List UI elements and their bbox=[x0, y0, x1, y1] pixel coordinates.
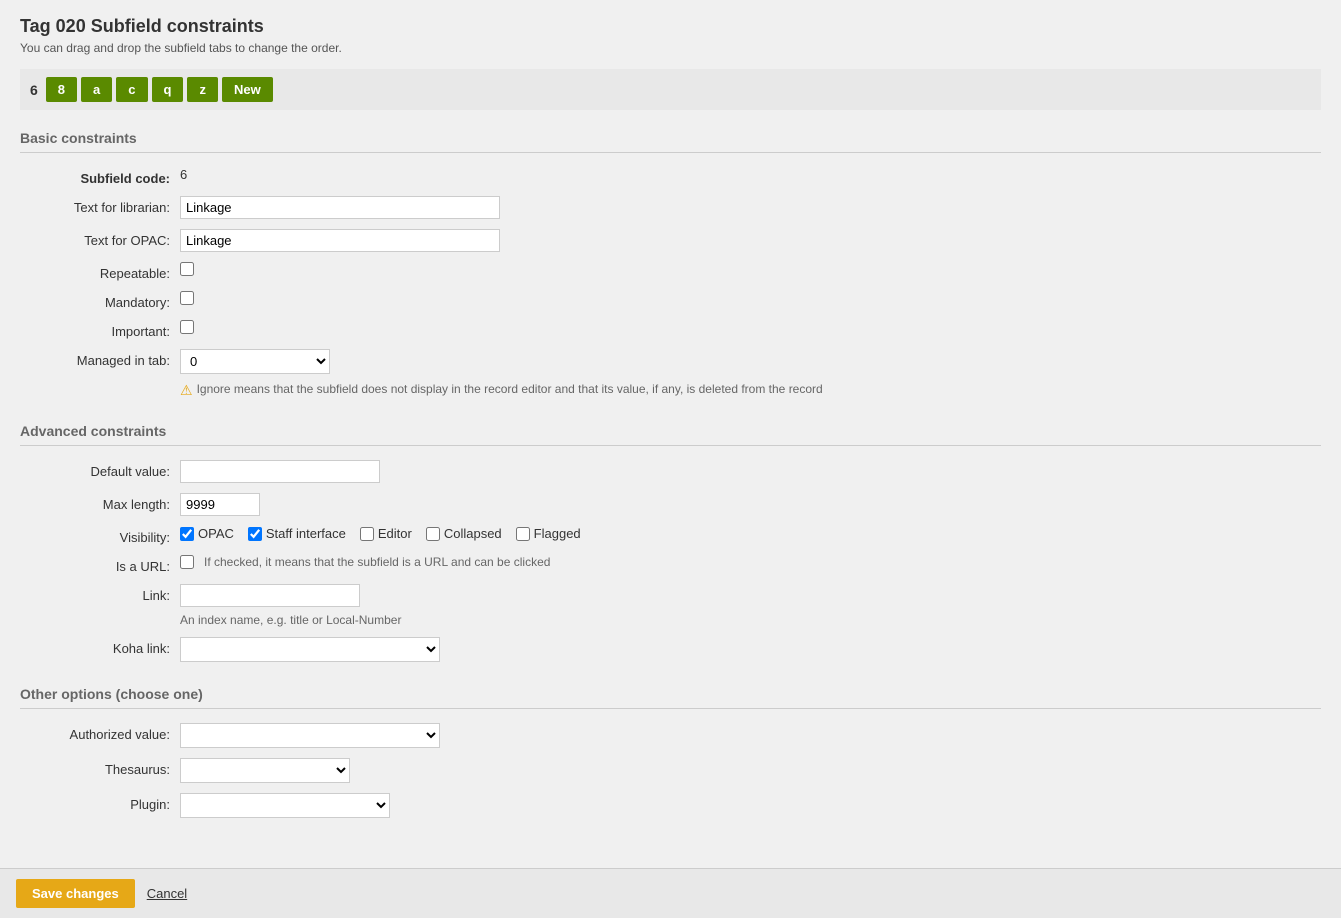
visibility-staff-checkbox[interactable] bbox=[248, 527, 262, 541]
is-url-label: Is a URL: bbox=[20, 555, 180, 574]
is-url-row: Is a URL: If checked, it means that the … bbox=[20, 555, 1321, 574]
plugin-label: Plugin: bbox=[20, 793, 180, 812]
visibility-collapsed-label: Collapsed bbox=[444, 526, 502, 541]
advanced-constraints-title: Advanced constraints bbox=[20, 423, 1321, 446]
repeatable-checkbox[interactable] bbox=[180, 262, 194, 276]
max-length-label: Max length: bbox=[20, 493, 180, 512]
managed-in-tab-row: Managed in tab: 0 1 2 3 4 5 6 7 8 9 Igno… bbox=[20, 349, 1321, 399]
page-subtitle: You can drag and drop the subfield tabs … bbox=[20, 41, 1321, 55]
cancel-button[interactable]: Cancel bbox=[147, 886, 187, 901]
mandatory-row: Mandatory: bbox=[20, 291, 1321, 310]
visibility-opac-checkbox[interactable] bbox=[180, 527, 194, 541]
default-value-row: Default value: bbox=[20, 460, 1321, 483]
plugin-row: Plugin: bbox=[20, 793, 1321, 818]
tab-c[interactable]: c bbox=[116, 77, 147, 102]
visibility-editor-label: Editor bbox=[378, 526, 412, 541]
warning-icon: ⚠ bbox=[180, 382, 193, 399]
tab-number: 6 bbox=[30, 82, 38, 98]
authorized-value-label: Authorized value: bbox=[20, 723, 180, 742]
page-title: Tag 020 Subfield constraints bbox=[20, 16, 1321, 37]
visibility-opac-label: OPAC bbox=[198, 526, 234, 541]
tab-a[interactable]: a bbox=[81, 77, 112, 102]
advanced-constraints-section: Advanced constraints Default value: Max … bbox=[20, 423, 1321, 662]
visibility-collapsed-checkbox[interactable] bbox=[426, 527, 440, 541]
important-row: Important: bbox=[20, 320, 1321, 339]
text-librarian-label: Text for librarian: bbox=[20, 196, 180, 215]
text-librarian-row: Text for librarian: bbox=[20, 196, 1321, 219]
max-length-input[interactable] bbox=[180, 493, 260, 516]
visibility-row: Visibility: OPAC Staff interface Editor bbox=[20, 526, 1321, 545]
default-value-input[interactable] bbox=[180, 460, 380, 483]
basic-constraints-title: Basic constraints bbox=[20, 130, 1321, 153]
visibility-editor: Editor bbox=[360, 526, 412, 541]
default-value-label: Default value: bbox=[20, 460, 180, 479]
subfield-code-value: 6 bbox=[180, 167, 187, 182]
tabs-container: 6 8 a c q z New bbox=[20, 69, 1321, 110]
managed-in-tab-label: Managed in tab: bbox=[20, 349, 180, 368]
visibility-flagged-label: Flagged bbox=[534, 526, 581, 541]
link-input[interactable] bbox=[180, 584, 360, 607]
authorized-value-select[interactable] bbox=[180, 723, 440, 748]
visibility-staff: Staff interface bbox=[248, 526, 346, 541]
visibility-label: Visibility: bbox=[20, 526, 180, 545]
repeatable-row: Repeatable: bbox=[20, 262, 1321, 281]
visibility-flagged: Flagged bbox=[516, 526, 581, 541]
repeatable-label: Repeatable: bbox=[20, 262, 180, 281]
text-opac-row: Text for OPAC: bbox=[20, 229, 1321, 252]
save-button[interactable]: Save changes bbox=[16, 879, 135, 908]
is-url-hint: If checked, it means that the subfield i… bbox=[204, 555, 550, 569]
max-length-row: Max length: bbox=[20, 493, 1321, 516]
thesaurus-row: Thesaurus: bbox=[20, 758, 1321, 783]
subfield-code-label: Subfield code: bbox=[20, 167, 180, 186]
thesaurus-label: Thesaurus: bbox=[20, 758, 180, 777]
visibility-opac: OPAC bbox=[180, 526, 234, 541]
text-opac-label: Text for OPAC: bbox=[20, 229, 180, 248]
visibility-collapsed: Collapsed bbox=[426, 526, 502, 541]
other-options-section: Other options (choose one) Authorized va… bbox=[20, 686, 1321, 818]
is-url-checkbox[interactable] bbox=[180, 555, 194, 569]
plugin-select[interactable] bbox=[180, 793, 390, 818]
other-options-title: Other options (choose one) bbox=[20, 686, 1321, 709]
visibility-editor-checkbox[interactable] bbox=[360, 527, 374, 541]
important-label: Important: bbox=[20, 320, 180, 339]
tab-z[interactable]: z bbox=[187, 77, 218, 102]
text-librarian-input[interactable] bbox=[180, 196, 500, 219]
thesaurus-select[interactable] bbox=[180, 758, 350, 783]
managed-in-tab-select[interactable]: 0 1 2 3 4 5 6 7 8 9 Ignore bbox=[180, 349, 330, 374]
tab-q[interactable]: q bbox=[152, 77, 184, 102]
basic-constraints-section: Basic constraints Subfield code: 6 Text … bbox=[20, 130, 1321, 399]
text-opac-input[interactable] bbox=[180, 229, 500, 252]
footer-bar: Save changes Cancel bbox=[0, 868, 1341, 918]
link-hint: An index name, e.g. title or Local-Numbe… bbox=[180, 613, 401, 627]
subfield-code-row: Subfield code: 6 bbox=[20, 167, 1321, 186]
mandatory-checkbox[interactable] bbox=[180, 291, 194, 305]
visibility-options: OPAC Staff interface Editor Collapsed bbox=[180, 526, 581, 541]
mandatory-label: Mandatory: bbox=[20, 291, 180, 310]
koha-link-select[interactable] bbox=[180, 637, 440, 662]
tab-8[interactable]: 8 bbox=[46, 77, 77, 102]
important-checkbox[interactable] bbox=[180, 320, 194, 334]
visibility-flagged-checkbox[interactable] bbox=[516, 527, 530, 541]
managed-in-tab-warning: ⚠ Ignore means that the subfield does no… bbox=[180, 382, 823, 399]
visibility-staff-label: Staff interface bbox=[266, 526, 346, 541]
link-label: Link: bbox=[20, 584, 180, 603]
koha-link-label: Koha link: bbox=[20, 637, 180, 656]
tab-new[interactable]: New bbox=[222, 77, 273, 102]
koha-link-row: Koha link: bbox=[20, 637, 1321, 662]
authorized-value-row: Authorized value: bbox=[20, 723, 1321, 748]
link-row: Link: An index name, e.g. title or Local… bbox=[20, 584, 1321, 627]
